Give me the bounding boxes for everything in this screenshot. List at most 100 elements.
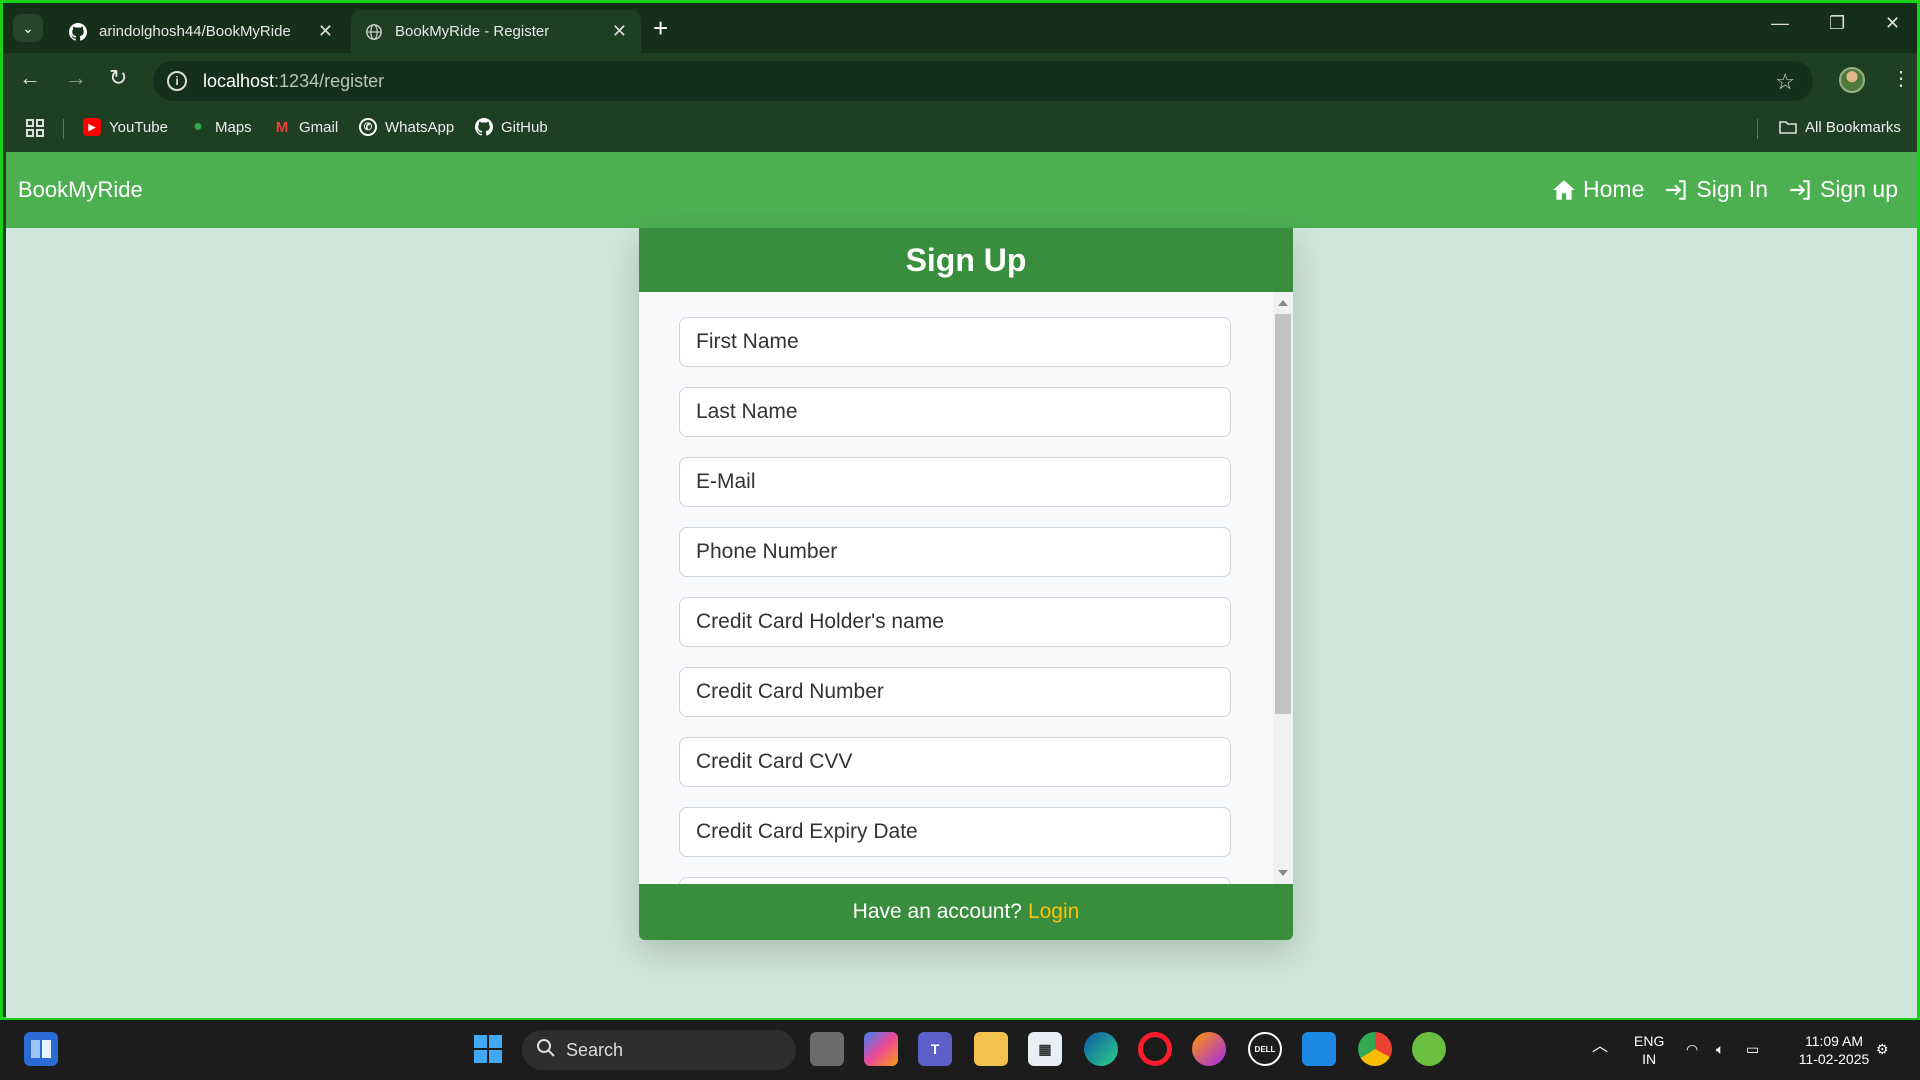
app-navbar: BookMyRide Home Sign In Sign up — [6, 152, 1917, 228]
bookmark-label: WhatsApp — [385, 118, 455, 136]
bookmark-label: YouTube — [109, 118, 168, 136]
card-title: Sign Up — [639, 228, 1293, 292]
last-name-field[interactable] — [679, 387, 1231, 437]
taskbar: Search T ▦ DELL ︿ ENG IN ◠ 🔈︎ ▭ 11:09 AM… — [0, 1020, 1920, 1080]
page-viewport: BookMyRide Home Sign In Sign up Sign Up — [6, 152, 1917, 1018]
language-indicator[interactable]: ENG IN — [1634, 1032, 1664, 1068]
file-explorer-icon[interactable] — [974, 1032, 1008, 1066]
login-link[interactable]: Login — [1028, 900, 1079, 924]
form-scroll-area — [639, 292, 1293, 884]
menu-icon[interactable]: ⋮ — [1891, 66, 1911, 91]
dell-icon[interactable]: DELL — [1248, 1032, 1282, 1066]
bookmark-github[interactable]: GitHub — [475, 118, 548, 136]
tab-title: BookMyRide - Register — [395, 23, 550, 40]
scroll-down-arrow-icon[interactable] — [1278, 870, 1288, 876]
tab-register[interactable]: BookMyRide - Register ✕ — [351, 10, 641, 53]
close-tab-icon[interactable]: ✕ — [318, 21, 333, 42]
browser-window: ⌄ arindolghosh44/BookMyRide ✕ BookMyRide… — [0, 0, 1920, 1020]
nav-home-label: Home — [1583, 176, 1645, 202]
url-host: localhost — [203, 70, 275, 91]
bookmark-maps[interactable]: ● Maps — [189, 118, 252, 136]
wifi-icon[interactable]: ◠ — [1686, 1040, 1698, 1058]
address-bar[interactable]: i localhost:1234/register ☆ — [153, 61, 1813, 101]
nav-sign-in-label: Sign In — [1696, 176, 1768, 202]
scroll-up-arrow-icon[interactable] — [1278, 300, 1288, 306]
spring-icon[interactable] — [1412, 1032, 1446, 1066]
card-expiry-input[interactable] — [696, 820, 1230, 844]
windows-start-icon[interactable] — [471, 1032, 505, 1066]
card-cvv-input[interactable] — [696, 750, 1230, 774]
bookmark-youtube[interactable]: ▶ YouTube — [83, 118, 168, 136]
gmail-icon: M — [275, 118, 289, 136]
first-name-input[interactable] — [696, 330, 1230, 354]
close-tab-icon[interactable]: ✕ — [612, 21, 627, 42]
edge-icon[interactable] — [1084, 1032, 1118, 1066]
lang-bottom: IN — [1642, 1051, 1657, 1067]
widgets-icon[interactable] — [24, 1032, 58, 1066]
tab-title: arindolghosh44/BookMyRide — [99, 23, 291, 40]
clock[interactable]: 11:09 AM 11-02-2025 — [1784, 1032, 1884, 1068]
email-field[interactable] — [679, 457, 1231, 507]
store-icon[interactable]: ▦ — [1028, 1032, 1062, 1066]
last-name-input[interactable] — [696, 400, 1230, 424]
bookmark-star-icon[interactable]: ☆ — [1775, 69, 1795, 95]
sign-in-icon — [1666, 179, 1687, 200]
app-icon[interactable] — [1302, 1032, 1336, 1066]
firefox-icon[interactable] — [1192, 1032, 1226, 1066]
phone-input[interactable] — [696, 540, 1230, 564]
chevron-up-icon[interactable]: ︿ — [1592, 1038, 1608, 1056]
card-holder-field[interactable] — [679, 597, 1231, 647]
site-info-icon[interactable]: i — [167, 71, 187, 91]
apps-grid-icon[interactable] — [25, 118, 45, 138]
bookmark-label: Maps — [215, 118, 252, 136]
form-scrollbar[interactable] — [1273, 292, 1293, 884]
tab-github[interactable]: arindolghosh44/BookMyRide ✕ — [55, 10, 347, 53]
browser-toolbar: ← → ↻ i localhost:1234/register ☆ ⋮ — [3, 53, 1917, 107]
lang-top: ENG — [1634, 1033, 1665, 1049]
phone-field[interactable] — [679, 527, 1231, 577]
tab-search-button[interactable]: ⌄ — [13, 14, 43, 42]
all-bookmarks[interactable]: All Bookmarks — [1779, 118, 1901, 136]
card-expiry-field[interactable] — [679, 807, 1231, 857]
card-holder-input[interactable] — [696, 610, 1230, 634]
youtube-icon: ▶ — [83, 118, 101, 136]
folder-icon — [1779, 118, 1797, 136]
nav-home[interactable]: Home — [1551, 176, 1644, 203]
scrollbar-thumb[interactable] — [1275, 314, 1291, 714]
task-view-icon[interactable] — [810, 1032, 844, 1066]
reload-icon[interactable]: ↻ — [109, 67, 127, 89]
battery-icon[interactable]: ▭ — [1746, 1040, 1759, 1058]
clock-date: 11-02-2025 — [1798, 1051, 1870, 1067]
card-footer: Have an account? Login — [639, 884, 1293, 940]
sign-up-icon — [1790, 179, 1810, 200]
profile-avatar[interactable] — [1839, 67, 1865, 93]
card-number-field[interactable] — [679, 667, 1231, 717]
bookmark-gmail[interactable]: M Gmail — [273, 118, 338, 136]
close-window-icon[interactable]: ✕ — [1885, 13, 1900, 34]
forward-icon[interactable]: → — [65, 67, 87, 89]
globe-icon — [365, 23, 383, 41]
card-number-input[interactable] — [696, 680, 1230, 704]
nav-sign-up[interactable]: Sign up — [1788, 176, 1898, 203]
back-icon[interactable]: ← — [19, 67, 41, 89]
restore-icon[interactable]: ❐ — [1829, 13, 1845, 34]
email-input[interactable] — [696, 470, 1230, 494]
chrome-icon[interactable] — [1358, 1032, 1392, 1066]
opera-icon[interactable] — [1138, 1032, 1172, 1066]
first-name-field[interactable] — [679, 317, 1231, 367]
volume-icon[interactable]: 🔈︎ — [1716, 1040, 1724, 1058]
taskbar-search[interactable]: Search — [522, 1030, 796, 1070]
brand-link[interactable]: BookMyRide — [18, 177, 143, 203]
nav-sign-in[interactable]: Sign In — [1664, 176, 1768, 203]
all-bookmarks-label: All Bookmarks — [1805, 118, 1901, 136]
copilot-icon[interactable] — [864, 1032, 898, 1066]
nav-sign-up-label: Sign up — [1819, 176, 1898, 202]
new-tab-button[interactable]: + — [653, 15, 668, 41]
teams-icon[interactable]: T — [918, 1032, 952, 1066]
next-field-partial[interactable] — [679, 877, 1231, 884]
notification-icon[interactable]: ⚙ — [1876, 1040, 1889, 1058]
bookmark-whatsapp[interactable]: ✆ WhatsApp — [359, 118, 454, 136]
minimize-icon[interactable]: — — [1771, 13, 1789, 34]
nav-links: Home Sign In Sign up — [1551, 176, 1898, 203]
card-cvv-field[interactable] — [679, 737, 1231, 787]
